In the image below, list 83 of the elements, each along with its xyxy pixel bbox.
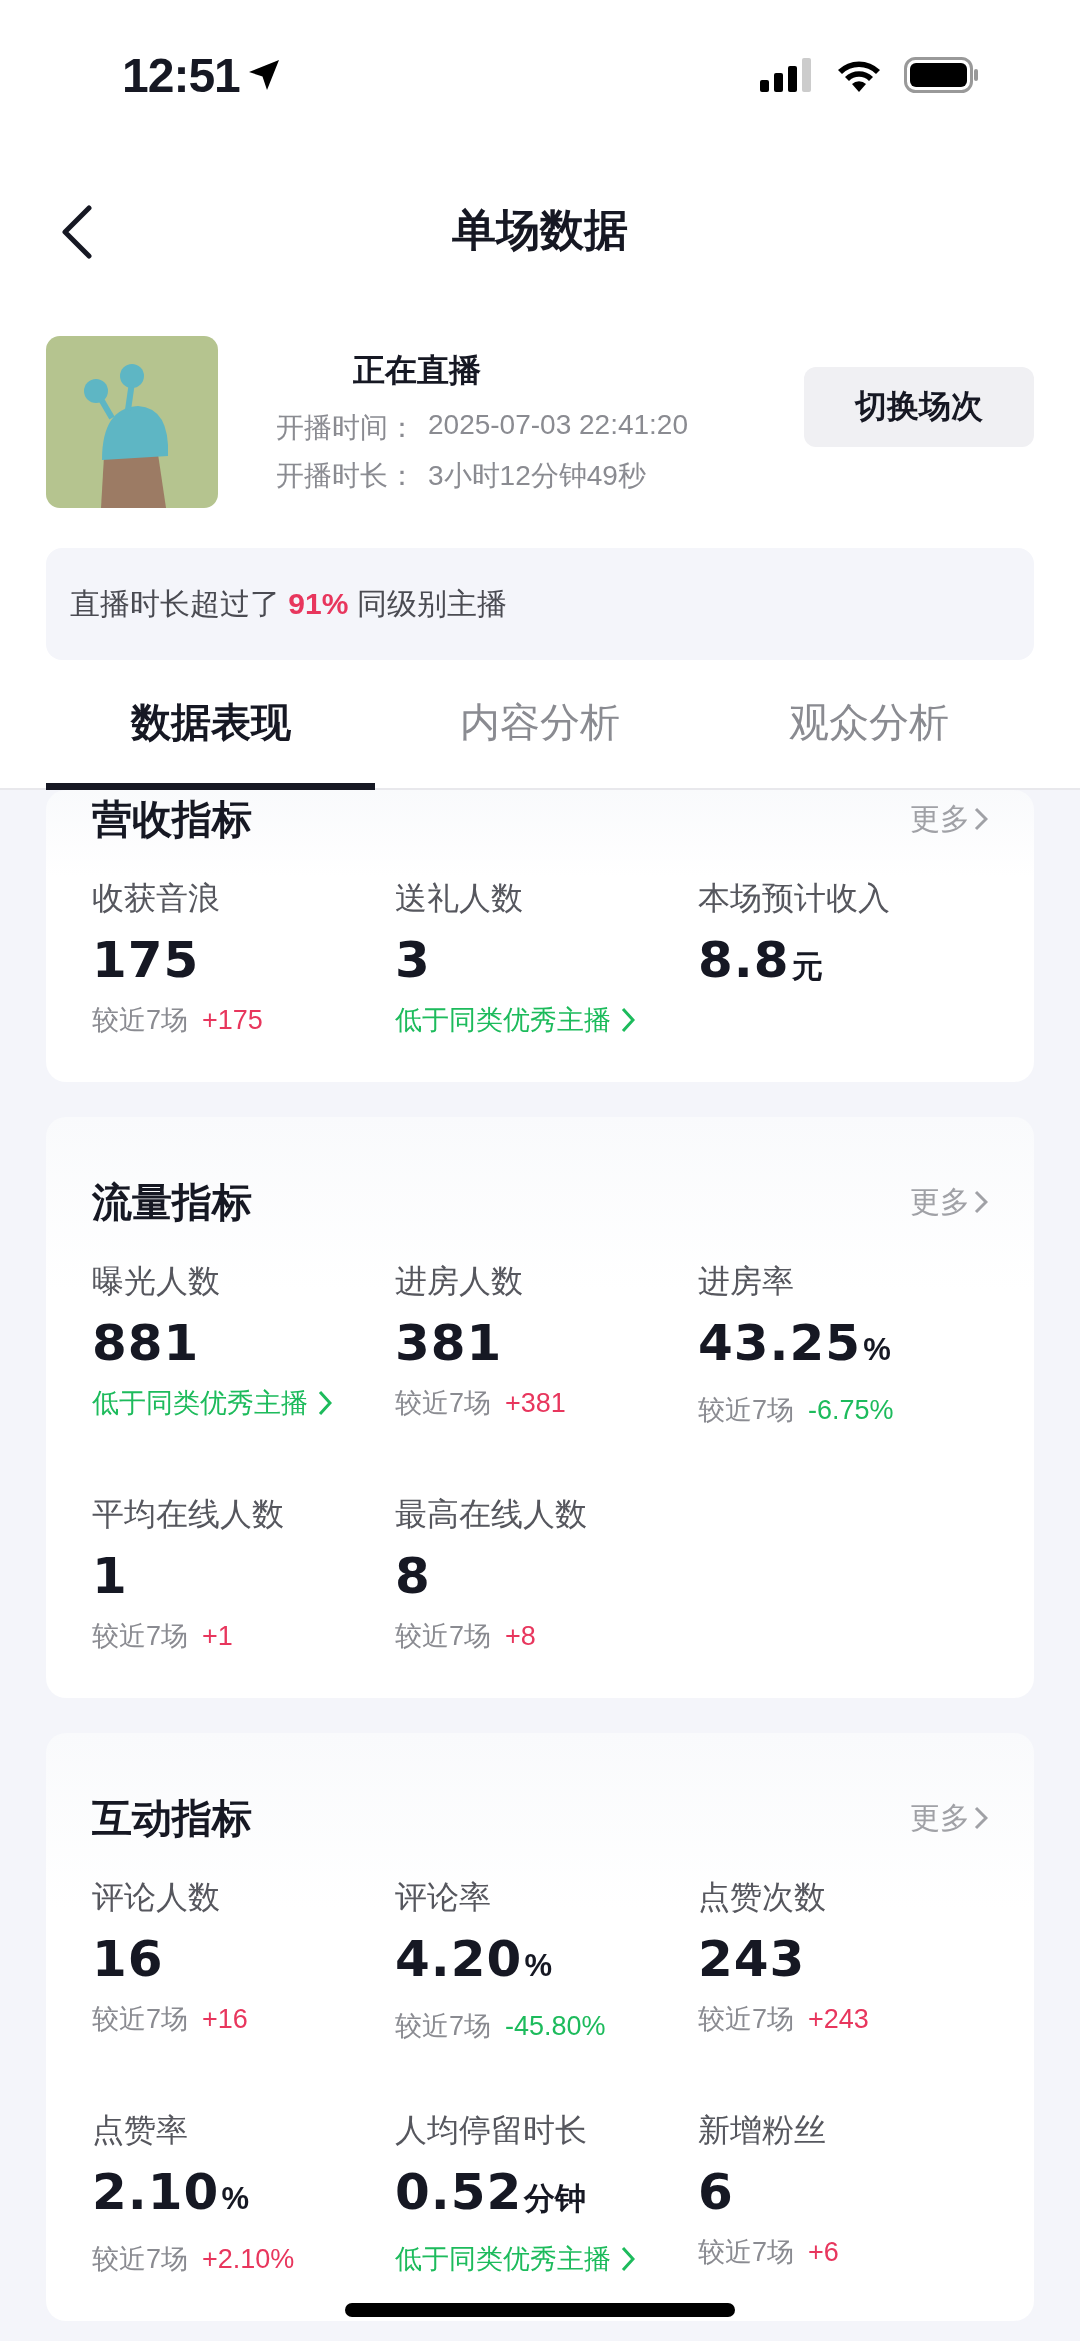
metric-value: 0.52 [395, 2162, 523, 2223]
more-link[interactable]: 更多 [910, 1181, 988, 1223]
metric-label: 进房率 [698, 1262, 795, 1301]
delta-value: -6.75% [808, 1394, 894, 1427]
card-title: 互动指标 [92, 1794, 252, 1842]
metric-label: 点赞率 [92, 2111, 189, 2150]
clock-time: 12:51 [122, 47, 240, 103]
benchmark-link[interactable]: 低于同类优秀主播 [395, 2237, 635, 2281]
metric-unit: % [221, 2180, 249, 2218]
metric-unit: % [863, 1331, 891, 1369]
metric-label: 收获音浪 [92, 879, 221, 918]
more-link[interactable]: 更多 [910, 1797, 988, 1839]
metric-value: 2.10 [92, 2162, 220, 2223]
metric-value: 43.25 [698, 1313, 862, 1374]
metric-value: 8 [395, 1546, 431, 1607]
delta-value: +2.10% [202, 2243, 295, 2276]
metric-label: 人均停留时长 [395, 2111, 588, 2150]
delta-value: -45.80% [505, 2010, 606, 2043]
card-title: 营收指标 [92, 795, 252, 843]
metric-unit: 元 [791, 948, 823, 986]
signal-icon [760, 58, 814, 92]
delta-value: +16 [202, 2003, 248, 2036]
metric-label: 最高在线人数 [395, 1495, 588, 1534]
delta-value: +1 [202, 1620, 233, 1653]
info-label: 开播时间： [276, 411, 416, 445]
card-title: 流量指标 [92, 1178, 252, 1226]
chevron-right-icon [974, 807, 988, 831]
chevron-right-icon [621, 2246, 635, 2272]
chevron-right-icon [621, 1007, 635, 1033]
metric-label: 平均在线人数 [92, 1495, 285, 1534]
chevron-right-icon [974, 1806, 988, 1830]
metric-value: 381 [395, 1313, 503, 1374]
compare-label: 较近7场 [395, 2010, 492, 2043]
metric-value: 243 [698, 1929, 806, 1990]
metric-value: 175 [92, 930, 200, 991]
chevron-right-icon [318, 1390, 332, 1416]
compare-label: 较近7场 [698, 2236, 795, 2269]
metric-label: 评论率 [395, 1878, 492, 1917]
compare-label: 较近7场 [92, 2243, 189, 2276]
metric-label: 新增粉丝 [698, 2111, 827, 2150]
wifi-icon [836, 58, 882, 92]
compare-label: 较近7场 [395, 1620, 492, 1653]
live-status: 正在直播 [352, 351, 482, 390]
metric-label: 本场预计收入 [698, 879, 891, 918]
notice-text: 直播时长超过了 91% 同级别主播 [70, 585, 507, 622]
back-icon [61, 204, 93, 260]
benchmark-link[interactable]: 低于同类优秀主播 [395, 998, 635, 1042]
compare-label: 较近7场 [92, 1620, 189, 1653]
tab[interactable]: 观众分析 [704, 682, 1034, 790]
metric-value: 881 [92, 1313, 200, 1374]
delta-value: +175 [202, 1004, 263, 1037]
metric-value: 8.8 [698, 930, 790, 991]
switch-session-button[interactable]: 切换场次 [804, 367, 1034, 447]
chevron-right-icon [974, 1190, 988, 1214]
tab[interactable]: 内容分析 [375, 682, 705, 790]
delta-value: +8 [505, 1620, 536, 1653]
metric-label: 评论人数 [92, 1878, 221, 1917]
metric-value: 6 [698, 2162, 734, 2223]
compare-label: 较近7场 [92, 1004, 189, 1037]
battery-icon [904, 57, 980, 93]
more-link[interactable]: 更多 [910, 798, 988, 840]
metric-value: 16 [92, 1929, 164, 1990]
metric-label: 点赞次数 [698, 1878, 827, 1917]
metric-unit: 分钟 [524, 2180, 587, 2218]
delta-value: +6 [808, 2236, 839, 2269]
compare-label: 较近7场 [92, 2003, 189, 2036]
metric-value: 1 [92, 1546, 128, 1607]
metric-label: 进房人数 [395, 1262, 524, 1301]
compare-label: 较近7场 [698, 1394, 795, 1427]
delta-value: +243 [808, 2003, 869, 2036]
info-label: 开播时长： [276, 459, 416, 493]
metric-label: 曝光人数 [92, 1262, 221, 1301]
metric-label: 送礼人数 [395, 879, 524, 918]
metric-value: 4.20 [395, 1929, 523, 1990]
info-value: 2025-07-03 22:41:20 [428, 409, 688, 442]
compare-label: 较近7场 [698, 2003, 795, 2036]
compare-label: 较近7场 [395, 1387, 492, 1420]
info-value: 3小时12分钟49秒 [428, 459, 646, 493]
delta-value: +381 [505, 1387, 566, 1420]
page-title: 单场数据 [452, 203, 628, 256]
metric-value: 3 [395, 930, 431, 991]
benchmark-link[interactable]: 低于同类优秀主播 [92, 1381, 332, 1425]
metric-unit: % [524, 1947, 552, 1985]
